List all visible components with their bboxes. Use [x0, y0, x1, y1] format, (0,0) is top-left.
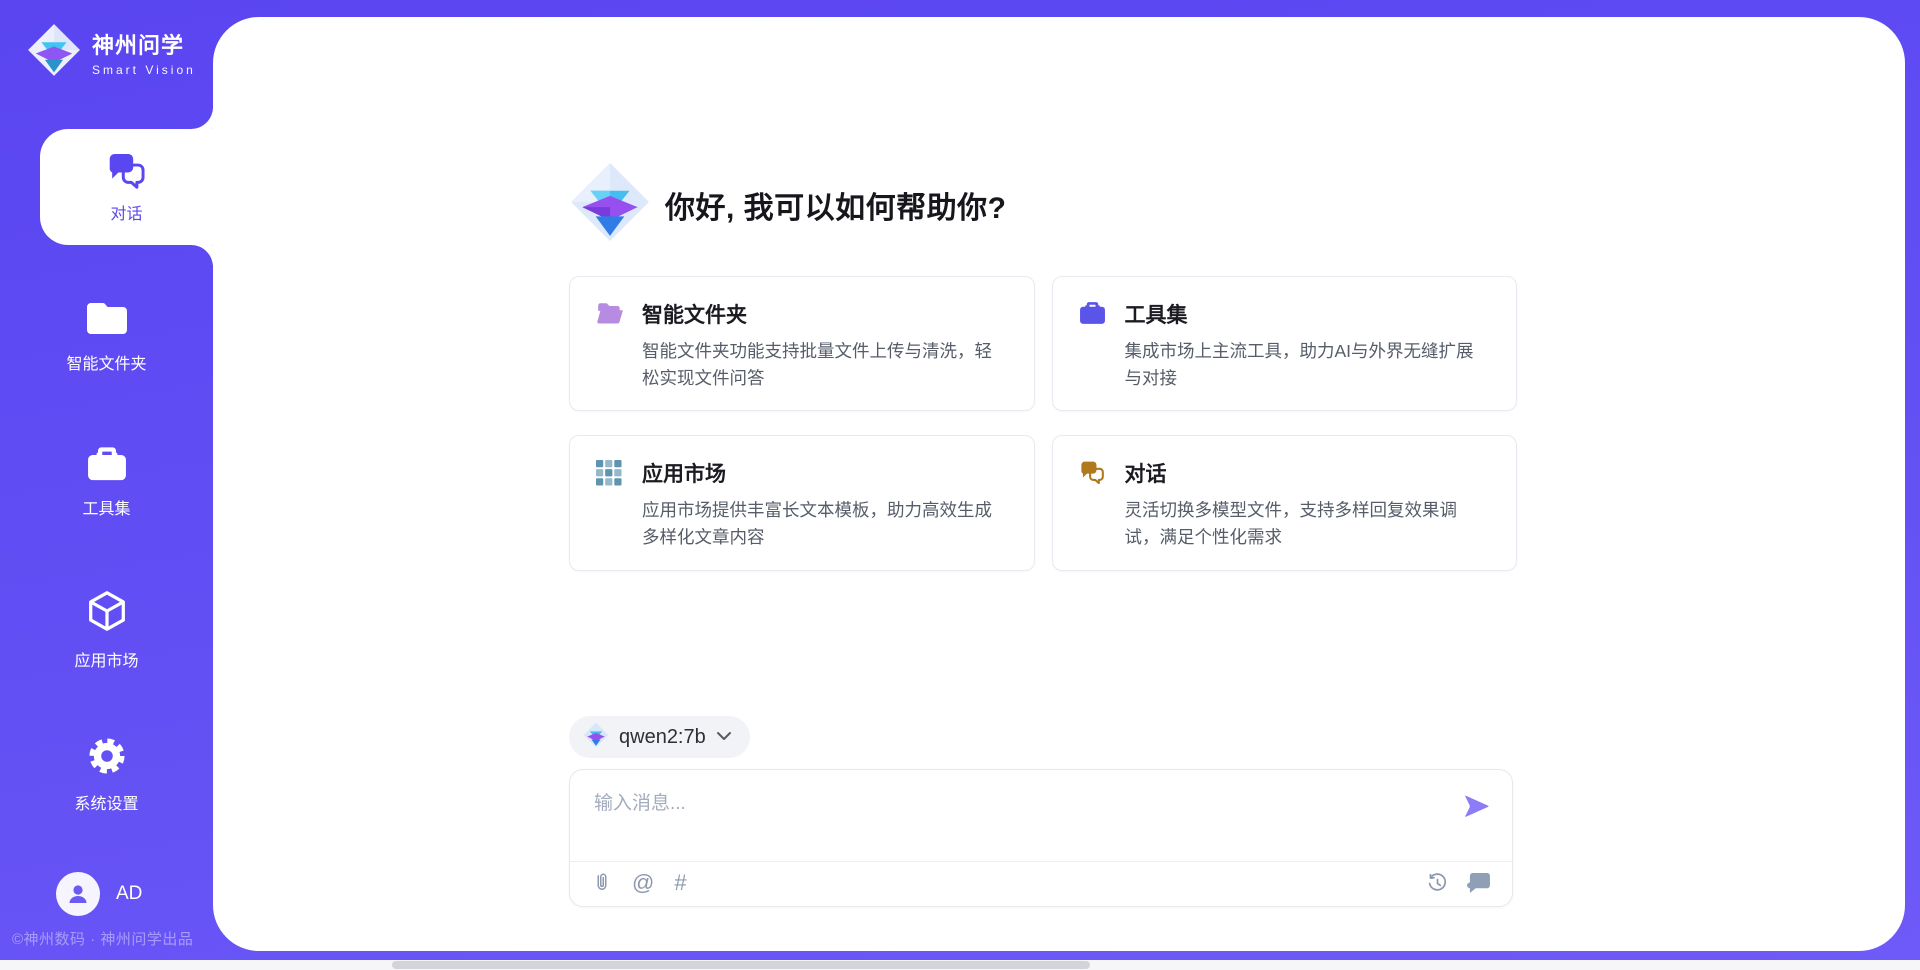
grid-icon [596, 458, 624, 551]
user-initials: AD [116, 883, 142, 905]
card-description: 集成市场上主流工具，助力AI与外界无缝扩展与对接 [1125, 338, 1491, 392]
card-smart-folder[interactable]: 智能文件夹 智能文件夹功能支持批量文件上传与清洗，轻松实现文件问答 [569, 276, 1035, 411]
horizontal-scrollbar-thumb[interactable] [392, 961, 1090, 969]
sidebar: 神州问学 Smart Vision 对话 智能文件夹 [0, 0, 213, 960]
card-title: 工具集 [1125, 299, 1491, 329]
app-subtitle: Smart Vision [92, 63, 196, 77]
folder-icon [85, 300, 129, 342]
chat-bubbles-icon [106, 151, 148, 194]
feature-cards: 智能文件夹 智能文件夹功能支持批量文件上传与清洗，轻松实现文件问答 工具集 集成… [569, 276, 1517, 571]
sidebar-item-settings[interactable]: 系统设置 [0, 735, 213, 814]
card-title: 对话 [1125, 458, 1491, 488]
card-toolset[interactable]: 工具集 集成市场上主流工具，助力AI与外界无缝扩展与对接 [1052, 276, 1518, 411]
model-name: qwen2:7b [619, 726, 706, 749]
sidebar-item-label: 智能文件夹 [0, 350, 213, 374]
sidebar-item-smart-folder[interactable]: 智能文件夹 [0, 300, 213, 374]
brand-diamond-logo-icon [26, 22, 82, 83]
sidebar-item-label: 系统设置 [0, 790, 213, 814]
greeting-row: 你好, 我可以如何帮助你? [569, 161, 1007, 248]
message-composer: @ # [569, 769, 1513, 907]
cube-icon [84, 588, 130, 639]
card-app-market[interactable]: 应用市场 应用市场提供丰富长文本模板，助力高效生成多样化文章内容 [569, 435, 1035, 570]
card-description: 应用市场提供丰富长文本模板，助力高效生成多样化文章内容 [642, 497, 1008, 551]
avatar [56, 872, 100, 916]
greeting-title: 你好, 我可以如何帮助你? [665, 183, 1007, 227]
card-description: 智能文件夹功能支持批量文件上传与清洗，轻松实现文件问答 [642, 338, 1008, 392]
history-icon[interactable] [1426, 872, 1449, 895]
send-icon[interactable] [1463, 794, 1490, 819]
at-icon[interactable]: @ [632, 872, 654, 894]
message-input[interactable] [594, 784, 1442, 824]
gear-icon [86, 735, 128, 782]
hash-icon[interactable]: # [674, 872, 686, 894]
sidebar-item-label: 工具集 [0, 495, 213, 519]
comment-icon[interactable] [1467, 873, 1490, 894]
paperclip-icon[interactable] [592, 870, 612, 896]
composer-toolbar: @ # [570, 860, 1512, 906]
chat-bubbles-icon [1079, 458, 1107, 551]
chevron-down-icon [716, 728, 732, 746]
copyright-text: ©神州数码 · 神州问学出品 [12, 928, 212, 949]
folder-open-icon [596, 299, 624, 392]
sidebar-item-chat[interactable]: 对话 [40, 129, 213, 245]
model-diamond-logo-icon [583, 722, 609, 753]
briefcase-icon [1079, 299, 1107, 392]
app-title: 神州问学 [92, 33, 184, 58]
sidebar-item-app-market[interactable]: 应用市场 [0, 588, 213, 671]
card-description: 灵活切换多模型文件，支持多样回复效果调试，满足个性化需求 [1125, 497, 1491, 551]
model-selector[interactable]: qwen2:7b [569, 716, 750, 758]
sidebar-item-toolset[interactable]: 工具集 [0, 446, 213, 519]
app-brand: 神州问学 Smart Vision [26, 22, 196, 83]
briefcase-icon [86, 446, 128, 487]
main-panel: 你好, 我可以如何帮助你? 智能文件夹 智能文件夹功能支持批量文件上传与清洗，轻… [213, 17, 1905, 951]
sidebar-item-label: 应用市场 [0, 647, 213, 671]
horizontal-scrollbar [0, 960, 1920, 970]
user-profile[interactable]: AD [56, 872, 142, 916]
sidebar-item-label: 对话 [40, 200, 213, 224]
card-title: 应用市场 [642, 458, 1008, 488]
card-chat[interactable]: 对话 灵活切换多模型文件，支持多样回复效果调试，满足个性化需求 [1052, 435, 1518, 570]
main-diamond-logo-icon [569, 161, 651, 248]
card-title: 智能文件夹 [642, 299, 1008, 329]
